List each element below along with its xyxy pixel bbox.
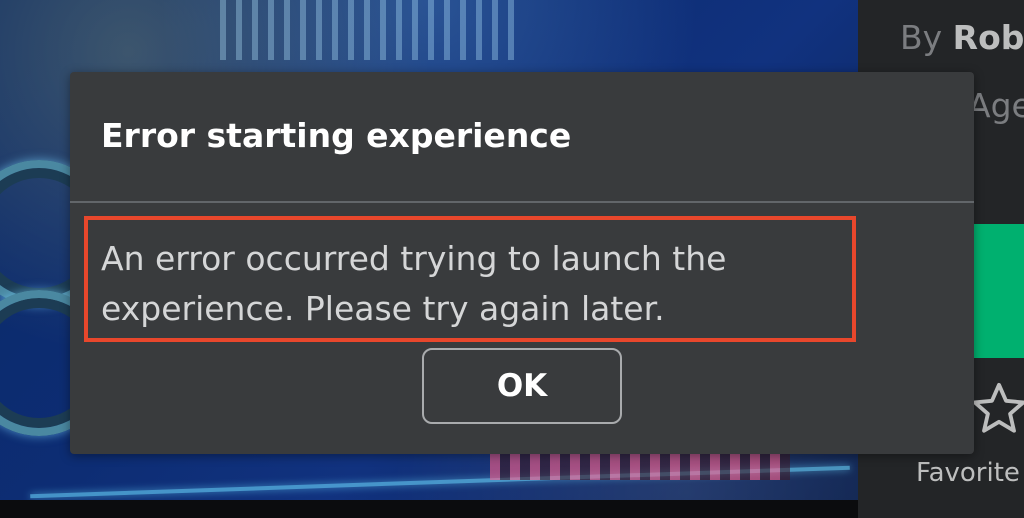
- ok-button[interactable]: OK: [422, 348, 622, 424]
- creator-name-link[interactable]: Rob: [953, 18, 1024, 57]
- thumbnail-bottom-band: [0, 500, 858, 518]
- star-icon[interactable]: [970, 380, 1024, 438]
- creator-prefix: By: [900, 18, 943, 57]
- error-dialog: Error starting experience An error occur…: [70, 72, 974, 454]
- message-highlight-box: [84, 216, 856, 342]
- thumbnail-decoration: [220, 0, 520, 60]
- dialog-divider: [70, 201, 974, 203]
- play-button[interactable]: [968, 224, 1024, 358]
- creator-line: By Rob: [900, 18, 1024, 57]
- thumbnail-decoration: [490, 450, 790, 480]
- favorite-label[interactable]: Favorite: [916, 458, 1020, 488]
- page: By Rob Age Favorite Error starting exper…: [0, 0, 1024, 518]
- dialog-title: Error starting experience: [101, 116, 572, 155]
- age-rating-label: Age: [968, 86, 1024, 125]
